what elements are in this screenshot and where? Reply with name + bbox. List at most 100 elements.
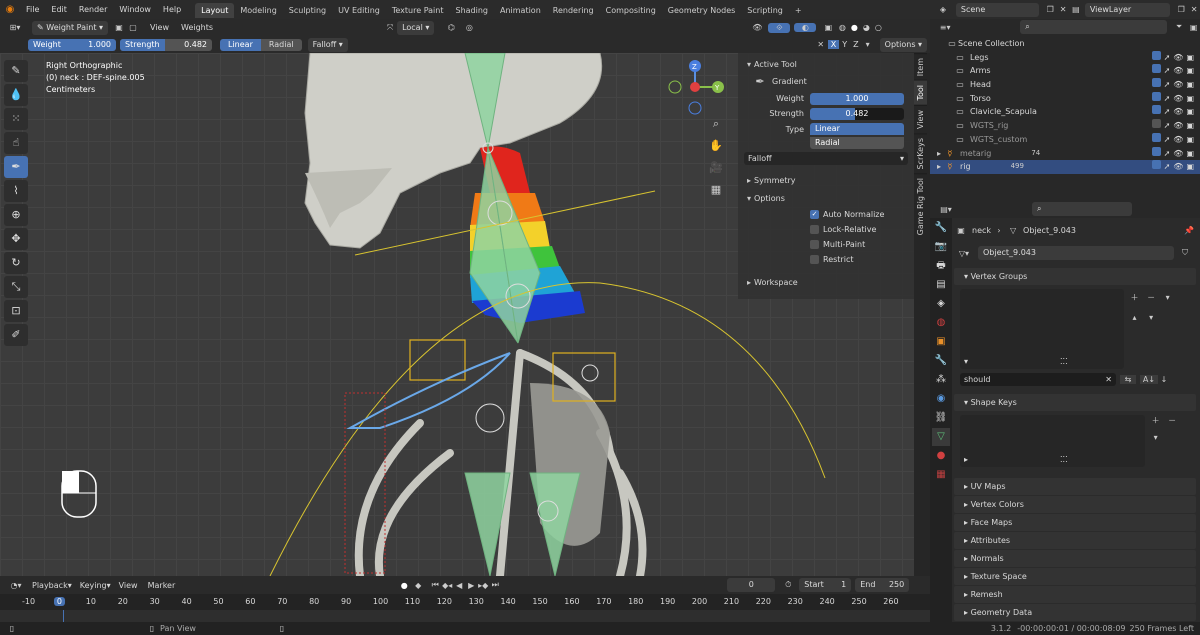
invert-filter-icon[interactable]: ⇆	[1120, 374, 1136, 384]
menu-render[interactable]: Render	[73, 0, 113, 19]
axis-z[interactable]: Z	[850, 40, 861, 49]
scene-tab-icon[interactable]: ◈	[932, 295, 950, 313]
select-arrow-icon[interactable]: ➚	[1164, 160, 1171, 174]
linear-option[interactable]: Linear	[220, 38, 261, 51]
timeline-ruler[interactable]: -10 0 10 20 30 40 50 60 70 80 90 100 110 120 130 140 150…	[0, 594, 930, 610]
auto-normalize-checkbox[interactable]: ✓	[810, 210, 819, 219]
vertex-groups-header[interactable]: ▾ Vertex Groups	[954, 268, 1196, 285]
menu-weights[interactable]: Weights	[181, 23, 213, 32]
scene-icon[interactable]: ◈	[936, 5, 950, 14]
menu-edit[interactable]: Edit	[45, 0, 73, 19]
falloff-dropdown[interactable]: Falloff ▾	[307, 37, 348, 52]
outliner-row[interactable]: ▭ Head ➚ 👁 ▣	[930, 78, 1200, 92]
scale-icon[interactable]: ⤡	[4, 276, 28, 298]
axis-y[interactable]: Y	[839, 40, 850, 49]
cursor-icon[interactable]: ⊕	[4, 204, 28, 226]
multi-paint-checkbox[interactable]	[810, 240, 819, 249]
options-dropdown[interactable]: Options ▾	[879, 37, 928, 52]
exclude-checkbox[interactable]	[1151, 160, 1161, 170]
view-layer-tab-icon[interactable]: ▤	[932, 276, 950, 294]
move-up-icon[interactable]: ▴	[1128, 313, 1142, 327]
outliner-row[interactable]: ▭ Torso ➚ 👁 ▣	[930, 91, 1200, 106]
menu-keying[interactable]: Keying	[80, 581, 107, 590]
physics-tab-icon[interactable]: ◉	[932, 390, 950, 408]
timeline-track[interactable]	[0, 610, 930, 622]
grid-icon[interactable]: ▦	[707, 183, 725, 205]
eye-icon[interactable]: 👁	[1173, 105, 1183, 119]
modifier-tab-icon[interactable]: 🔧	[932, 352, 950, 370]
chevron-down-icon[interactable]: ▾	[1161, 293, 1175, 313]
copy-icon[interactable]: ❐	[1174, 5, 1188, 14]
outliner-row[interactable]: ▭ WGTS_custom ➚ 👁 ▣	[930, 132, 1200, 147]
menu-playback[interactable]: Playback	[32, 581, 68, 590]
render-tab-icon[interactable]: 📷	[932, 238, 950, 256]
tab-geometry-nodes[interactable]: Geometry Nodes	[662, 3, 741, 18]
shape-keys-header[interactable]: ▾ Shape Keys	[954, 394, 1196, 411]
exclude-checkbox[interactable]	[1151, 146, 1161, 156]
overlay-icon[interactable]: ◐	[794, 23, 817, 32]
add-icon[interactable]: ＋	[1128, 292, 1142, 306]
camera-icon[interactable]: ▣	[1186, 133, 1194, 147]
shading-wire-icon[interactable]: ◍	[836, 23, 848, 32]
jump-end-icon[interactable]: ⏭	[489, 580, 501, 590]
object-tab-icon[interactable]: ▣	[932, 333, 950, 351]
particles-tab-icon[interactable]: ⁂	[932, 371, 950, 389]
close-icon[interactable]: ✕	[1057, 5, 1069, 14]
gradient-tool-icon[interactable]: ✒	[4, 156, 28, 178]
blender-logo-icon[interactable]: ◉	[0, 4, 20, 15]
camera-icon[interactable]: ▣	[1186, 105, 1194, 119]
expand-arrow-icon[interactable]: ▸	[934, 147, 944, 161]
view-layer-icon[interactable]: ▤	[1069, 5, 1083, 14]
select-arrow-icon[interactable]: ➚	[1164, 51, 1171, 65]
texture-tab-icon[interactable]: ▦	[932, 466, 950, 484]
menu-marker[interactable]: Marker	[148, 581, 176, 590]
tab-uv-editing[interactable]: UV Editing	[332, 3, 386, 18]
property-section-header[interactable]: ▸ Vertex Colors	[954, 496, 1196, 513]
clock-icon[interactable]: ⏱	[781, 580, 795, 590]
pin-icon[interactable]: 📌	[1182, 226, 1196, 235]
gizmo-icon[interactable]: ⟐	[768, 22, 791, 33]
tab-animation[interactable]: Animation	[494, 3, 547, 18]
current-frame-field[interactable]: 0	[727, 578, 776, 592]
transform-icon[interactable]: ⊡	[4, 300, 28, 322]
active-tool-header[interactable]: Active Tool	[754, 60, 797, 69]
property-section-header[interactable]: ▸ UV Maps	[954, 478, 1196, 495]
menu-view[interactable]: View	[119, 581, 138, 590]
tab-compositing[interactable]: Compositing	[600, 3, 662, 18]
outliner-row[interactable]: ▭ Clavicle_Scapula ➚ 👁 ▣	[930, 105, 1200, 119]
editor-type-icon[interactable]: ▤▾	[936, 205, 956, 214]
select-arrow-icon[interactable]: ➚	[1164, 133, 1171, 147]
mirror-icon[interactable]: ✕	[814, 40, 828, 49]
rotate-icon[interactable]: ↻	[4, 252, 28, 274]
axis-x[interactable]: X	[827, 40, 840, 49]
average-brush-icon[interactable]: ⁙	[4, 108, 28, 130]
output-tab-icon[interactable]: 🖶	[932, 257, 950, 275]
draw-brush-icon[interactable]: ✎	[4, 60, 28, 82]
strength-field[interactable]: 0.482	[810, 107, 904, 120]
workspace-header[interactable]: Workspace	[754, 278, 798, 287]
select-arrow-icon[interactable]: ➚	[1164, 119, 1171, 133]
proportional-icon[interactable]: ◎	[460, 23, 478, 32]
radial-option[interactable]: Radial	[260, 38, 302, 51]
tab-scripting[interactable]: Scripting	[741, 3, 789, 18]
list-expand-icon[interactable]: ▾	[964, 357, 968, 366]
play-icon[interactable]: ▶	[465, 581, 477, 590]
orientation-select[interactable]: Local ▾	[397, 20, 435, 35]
property-section-header[interactable]: ▸ Attributes	[954, 532, 1196, 549]
eye-icon[interactable]: 👁	[1173, 147, 1183, 161]
zoom-icon[interactable]: ⌕	[707, 117, 725, 139]
eye-icon[interactable]: 👁	[1173, 133, 1183, 147]
view-layer-field[interactable]: ViewLayer	[1084, 2, 1171, 17]
menu-help[interactable]: Help	[157, 0, 187, 19]
property-section-header[interactable]: ▸ Geometry Data	[954, 604, 1196, 621]
snap-icon[interactable]: ⌬	[442, 23, 460, 32]
property-section-header[interactable]: ▸ Normals	[954, 550, 1196, 567]
tab-modeling[interactable]: Modeling	[234, 3, 282, 18]
camera-icon[interactable]: ▣	[1186, 92, 1194, 106]
select-arrow-icon[interactable]: ➚	[1164, 92, 1171, 106]
vertex-group-search[interactable]: should ✕	[960, 372, 1116, 386]
menu-window[interactable]: Window	[113, 0, 157, 19]
tab-scrkeys[interactable]: ScrKeys	[914, 132, 927, 174]
list-expand-icon[interactable]: ▸	[964, 455, 968, 464]
eye-icon[interactable]: 👁	[1173, 51, 1183, 65]
